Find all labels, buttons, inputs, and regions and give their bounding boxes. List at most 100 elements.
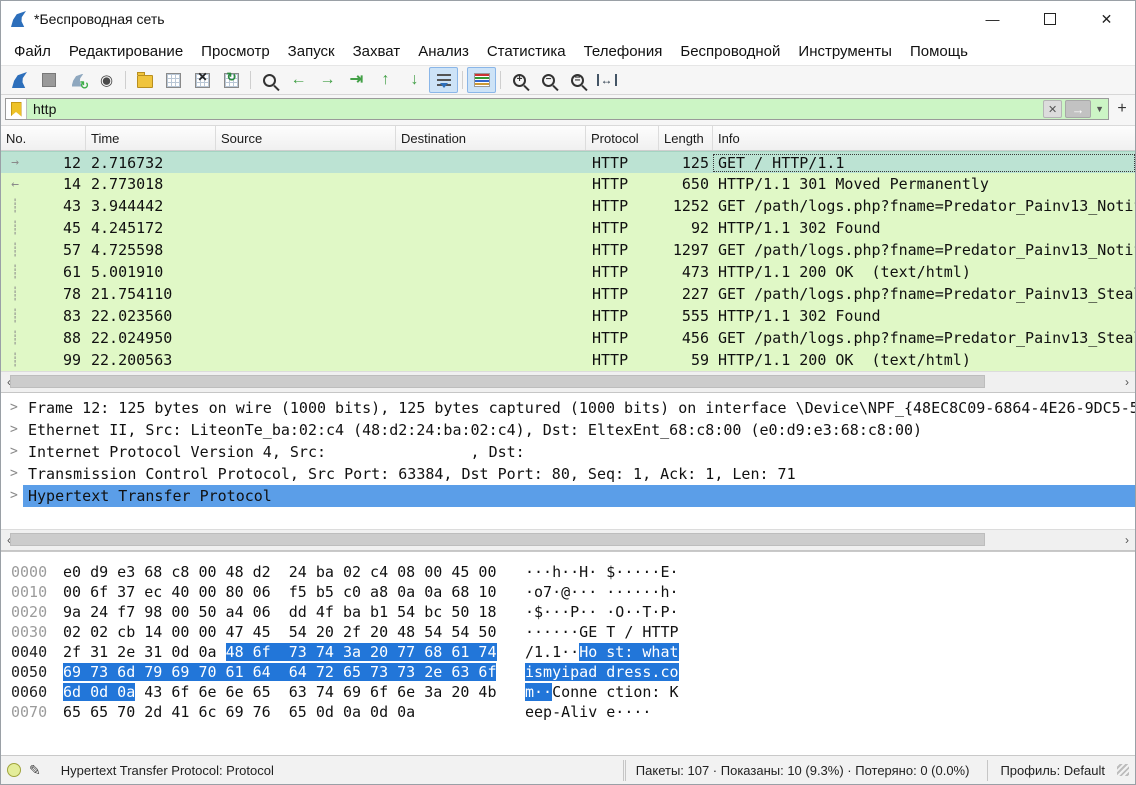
packet-row-61[interactable]: ┊615.001910HTTP473HTTP/1.1 200 OK (text/… bbox=[1, 261, 1135, 283]
find-packet-button[interactable] bbox=[255, 67, 284, 93]
packet-row-12[interactable]: →122.716732HTTP125GET / HTTP/1.1 bbox=[1, 151, 1135, 173]
zoom-normal-button[interactable]: = bbox=[563, 67, 592, 93]
filter-apply-button[interactable]: → bbox=[1065, 100, 1091, 118]
save-file-button[interactable] bbox=[159, 67, 188, 93]
menu-item-9[interactable]: Инструменты bbox=[789, 40, 901, 63]
filter-input[interactable]: http bbox=[27, 101, 1043, 117]
packet-row-45[interactable]: ┊454.245172HTTP92HTTP/1.1 302 Found bbox=[1, 217, 1135, 239]
menu-item-10[interactable]: Помощь bbox=[901, 40, 977, 63]
hex-bytes: e0 d9 e3 68 c8 00 48 d2 24 ba 02 c4 08 0… bbox=[63, 562, 493, 582]
detail-row-3[interactable]: >Transmission Control Protocol, Src Port… bbox=[1, 463, 1135, 485]
close-file-button[interactable]: ✕ bbox=[188, 67, 217, 93]
packet-row-88[interactable]: ┊8822.024950HTTP456GET /path/logs.php?fn… bbox=[1, 327, 1135, 349]
packet-row-83[interactable]: ┊8322.023560HTTP555HTTP/1.1 302 Found bbox=[1, 305, 1135, 327]
hex-row-0020[interactable]: 00209a 24 f7 98 00 50 a4 06 dd 4f ba b1 … bbox=[1, 602, 1135, 622]
menu-item-3[interactable]: Запуск bbox=[279, 40, 344, 63]
packet-list: →122.716732HTTP125GET / HTTP/1.1←142.773… bbox=[1, 151, 1135, 371]
filter-clear-button[interactable]: ✕ bbox=[1043, 100, 1062, 118]
menu-item-1[interactable]: Редактирование bbox=[60, 40, 192, 63]
menu-item-0[interactable]: Файл bbox=[5, 40, 60, 63]
hex-row-0050[interactable]: 005069 73 6d 79 69 70 61 64 64 72 65 73 … bbox=[1, 662, 1135, 682]
cell-time: 22.024950 bbox=[86, 329, 216, 347]
packet-row-99[interactable]: ┊9922.200563HTTP59HTTP/1.1 200 OK (text/… bbox=[1, 349, 1135, 371]
expand-chevron-icon[interactable]: > bbox=[1, 485, 23, 507]
detail-row-2[interactable]: > Internet Protocol Version 4, Src: , Dst… bbox=[1, 441, 1135, 463]
menu-bar: ФайлРедактированиеПросмотрЗапускЗахватАн… bbox=[1, 37, 1135, 65]
display-filter-field[interactable]: http ✕ → ▼ bbox=[5, 98, 1109, 120]
column-header-src[interactable]: Source bbox=[216, 126, 396, 150]
column-header-no[interactable]: No. bbox=[1, 126, 86, 150]
packet-row-43[interactable]: ┊433.944442HTTP1252GET /path/logs.php?fn… bbox=[1, 195, 1135, 217]
zoom-in-button[interactable]: + bbox=[505, 67, 534, 93]
goto-packet-icon: ⇥ bbox=[350, 72, 363, 88]
ascii-bytes: ·$···P·· ·O··T·P· bbox=[525, 602, 679, 622]
profile-selector[interactable]: Профиль: Default bbox=[987, 760, 1109, 781]
expand-chevron-icon[interactable]: > bbox=[1, 397, 23, 419]
menu-item-7[interactable]: Телефония bbox=[575, 40, 672, 63]
packet-list-hscrollbar[interactable]: ‹ › bbox=[1, 371, 1135, 393]
scrollbar-thumb[interactable] bbox=[10, 533, 985, 546]
packet-row-78[interactable]: ┊7821.754110HTTP227GET /path/logs.php?fn… bbox=[1, 283, 1135, 305]
column-header-dst[interactable]: Destination bbox=[396, 126, 586, 150]
go-forward-button[interactable]: → bbox=[313, 67, 342, 93]
colorize-packets-button[interactable] bbox=[467, 67, 496, 93]
go-last-packet-button[interactable]: ↓ bbox=[400, 67, 429, 93]
go-first-packet-button[interactable]: ↑ bbox=[371, 67, 400, 93]
detail-row-1[interactable]: >Ethernet II, Src: LiteonTe_ba:02:c4 (48… bbox=[1, 419, 1135, 441]
menu-item-5[interactable]: Анализ bbox=[409, 40, 478, 63]
resize-columns-button[interactable]: ↔ bbox=[592, 67, 621, 93]
cell-length: 227 bbox=[659, 285, 713, 303]
filter-dropdown-button[interactable]: ▼ bbox=[1094, 104, 1105, 114]
related-packet-marker: ┊ bbox=[1, 353, 29, 368]
cell-info: GET /path/logs.php?fname=Predator_Painv1… bbox=[713, 241, 1135, 259]
hex-row-0070[interactable]: 007065 65 70 2d 41 6c 69 76 65 0d 0a 0d … bbox=[1, 702, 1135, 722]
resize-grip[interactable] bbox=[1117, 764, 1129, 776]
reload-file-button[interactable]: ↻ bbox=[217, 67, 246, 93]
start-capture-button[interactable] bbox=[5, 67, 34, 93]
capture-comment-icon[interactable]: ✎ bbox=[29, 762, 41, 779]
restart-capture-button[interactable]: ↻ bbox=[63, 67, 92, 93]
hex-row-0040[interactable]: 00402f 31 2e 31 0d 0a 48 6f 73 74 3a 20 … bbox=[1, 642, 1135, 662]
packet-row-57[interactable]: ┊574.725598HTTP1297GET /path/logs.php?fn… bbox=[1, 239, 1135, 261]
scroll-right-arrow[interactable]: › bbox=[1119, 375, 1135, 389]
detail-row-0[interactable]: >Frame 12: 125 bytes on wire (1000 bits)… bbox=[1, 397, 1135, 419]
bookmark-icon bbox=[11, 102, 22, 117]
expand-chevron-icon[interactable]: > bbox=[1, 463, 23, 485]
menu-item-4[interactable]: Захват bbox=[344, 40, 410, 63]
details-hscrollbar[interactable]: ‹ › bbox=[1, 529, 1135, 551]
capture-options-button[interactable]: ◉ bbox=[92, 67, 121, 93]
stop-capture-button[interactable] bbox=[34, 67, 63, 93]
zoom-out-button[interactable]: − bbox=[534, 67, 563, 93]
expand-chevron-icon[interactable]: > bbox=[1, 441, 23, 463]
maximize-button[interactable] bbox=[1021, 1, 1078, 37]
open-file-button[interactable] bbox=[130, 67, 159, 93]
detail-row-4[interactable]: > Hypertext Transfer Protocol bbox=[1, 485, 1135, 507]
hex-row-0030[interactable]: 003002 02 cb 14 00 00 47 45 54 20 2f 20 … bbox=[1, 622, 1135, 642]
column-header-info[interactable]: Info bbox=[713, 126, 1135, 150]
packet-row-14[interactable]: ←142.773018HTTP650HTTP/1.1 301 Moved Per… bbox=[1, 173, 1135, 195]
menu-item-2[interactable]: Просмотр bbox=[192, 40, 279, 63]
hex-row-0060[interactable]: 00606d 0d 0a 43 6f 6e 6e 65 63 74 69 6f … bbox=[1, 682, 1135, 702]
menu-item-8[interactable]: Беспроводной bbox=[671, 40, 789, 63]
auto-scroll-button[interactable] bbox=[429, 67, 458, 93]
expert-info-icon[interactable] bbox=[7, 763, 21, 777]
filter-bookmark-button[interactable] bbox=[6, 99, 27, 119]
scroll-right-arrow[interactable]: › bbox=[1119, 533, 1135, 547]
hex-row-0010[interactable]: 001000 6f 37 ec 40 00 80 06 f5 b5 c0 a8 … bbox=[1, 582, 1135, 602]
menu-item-6[interactable]: Статистика bbox=[478, 40, 575, 63]
column-header-len[interactable]: Length bbox=[659, 126, 713, 150]
hex-row-0000[interactable]: 0000e0 d9 e3 68 c8 00 48 d2 24 ba 02 c4 … bbox=[1, 562, 1135, 582]
go-to-packet-button[interactable]: ⇥ bbox=[342, 67, 371, 93]
go-back-button[interactable]: ← bbox=[284, 67, 313, 93]
detail-text: Hypertext Transfer Protocol bbox=[28, 487, 272, 505]
column-header-time[interactable]: Time bbox=[86, 126, 216, 150]
minimize-button[interactable]: — bbox=[964, 1, 1021, 37]
scrollbar-thumb[interactable] bbox=[10, 375, 985, 388]
ascii-plain: eep-Aliv e···· bbox=[525, 703, 651, 721]
detail-text: Internet Protocol Version 4, Src: , Dst: bbox=[28, 443, 525, 461]
column-header-proto[interactable]: Protocol bbox=[586, 126, 659, 150]
expand-chevron-icon[interactable]: > bbox=[1, 419, 23, 441]
filter-add-button[interactable]: + bbox=[1113, 100, 1131, 118]
autoscroll-icon bbox=[437, 74, 451, 87]
close-button[interactable]: ✕ bbox=[1078, 1, 1135, 37]
